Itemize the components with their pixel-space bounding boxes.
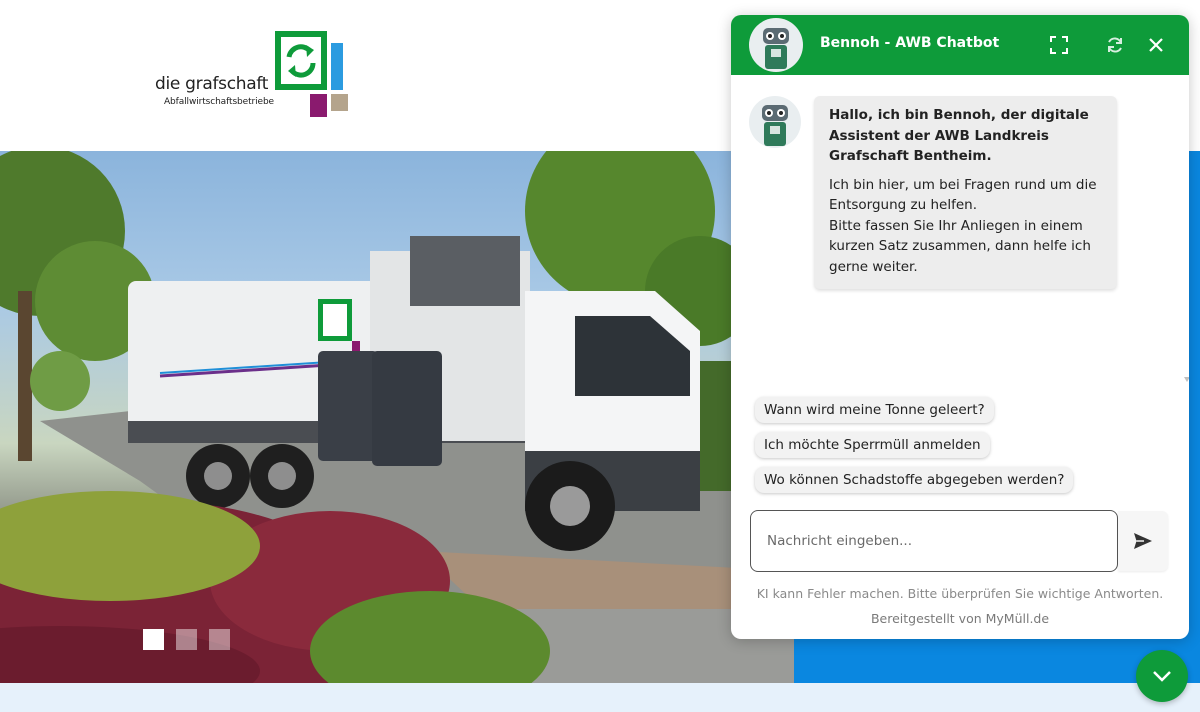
- send-button[interactable]: [1118, 511, 1168, 571]
- chat-title: Bennoh - AWB Chatbot: [820, 35, 1000, 51]
- scroll-down-arrow-icon[interactable]: [1184, 377, 1189, 382]
- chevron-down-icon: [1153, 671, 1171, 682]
- logo-subtext: Abfallwirtschaftsbetriebe: [164, 97, 274, 107]
- slider-dot-2[interactable]: [176, 629, 197, 650]
- logo-text: die grafschaft: [155, 74, 269, 94]
- hero-illustration: [0, 151, 794, 683]
- bot-message-body: Ich bin hier, um bei Fragen rund um die …: [829, 176, 1097, 275]
- message-input[interactable]: [751, 511, 1117, 571]
- expand-icon: [1050, 36, 1068, 54]
- chat-widget: Bennoh - AWB Chatbot Hallo, ich bin Benn…: [731, 15, 1189, 639]
- expand-button[interactable]: [1047, 33, 1071, 57]
- slider-dot-3[interactable]: [209, 629, 230, 650]
- slider-pagination: [143, 629, 230, 650]
- chat-toggle-button[interactable]: [1136, 650, 1188, 702]
- disclaimer-text: KI kann Fehler machen. Bitte überprüfen …: [756, 586, 1164, 601]
- bot-message-avatar-icon: [749, 96, 801, 148]
- robot-avatar-icon: [749, 18, 803, 72]
- page-bottom-strip: [0, 683, 1200, 712]
- suggestion-chip-tonne[interactable]: Wann wird meine Tonne geleert?: [755, 397, 994, 423]
- site-logo[interactable]: die grafschaft Abfallwirtschaftsbetriebe: [155, 30, 355, 120]
- bot-message-bubble: Hallo, ich bin Bennoh, der digitale Assi…: [814, 96, 1117, 289]
- slider-dot-1[interactable]: [143, 629, 164, 650]
- refresh-icon: [1108, 37, 1122, 53]
- refresh-button[interactable]: [1103, 33, 1127, 57]
- provider-link[interactable]: Bereitgestellt von MyMüll.de: [871, 611, 1049, 626]
- suggestion-chip-schadstoffe[interactable]: Wo können Schadstoffe abgegeben werden?: [755, 467, 1074, 493]
- bot-message-greeting: Hallo, ich bin Bennoh, der digitale Assi…: [829, 107, 1089, 164]
- chat-header: Bennoh - AWB Chatbot: [731, 15, 1189, 75]
- hero-image-garbage-truck: [0, 151, 794, 683]
- ai-disclaimer: KI kann Fehler machen. Bitte überprüfen …: [741, 581, 1179, 631]
- close-icon: [1149, 38, 1163, 52]
- recycling-logo-icon: [275, 31, 348, 117]
- suggestion-chip-sperrmuell[interactable]: Ich möchte Sperrmüll anmelden: [755, 432, 990, 458]
- send-icon: [1134, 533, 1152, 549]
- close-button[interactable]: [1144, 33, 1168, 57]
- message-input-wrapper: [750, 510, 1118, 572]
